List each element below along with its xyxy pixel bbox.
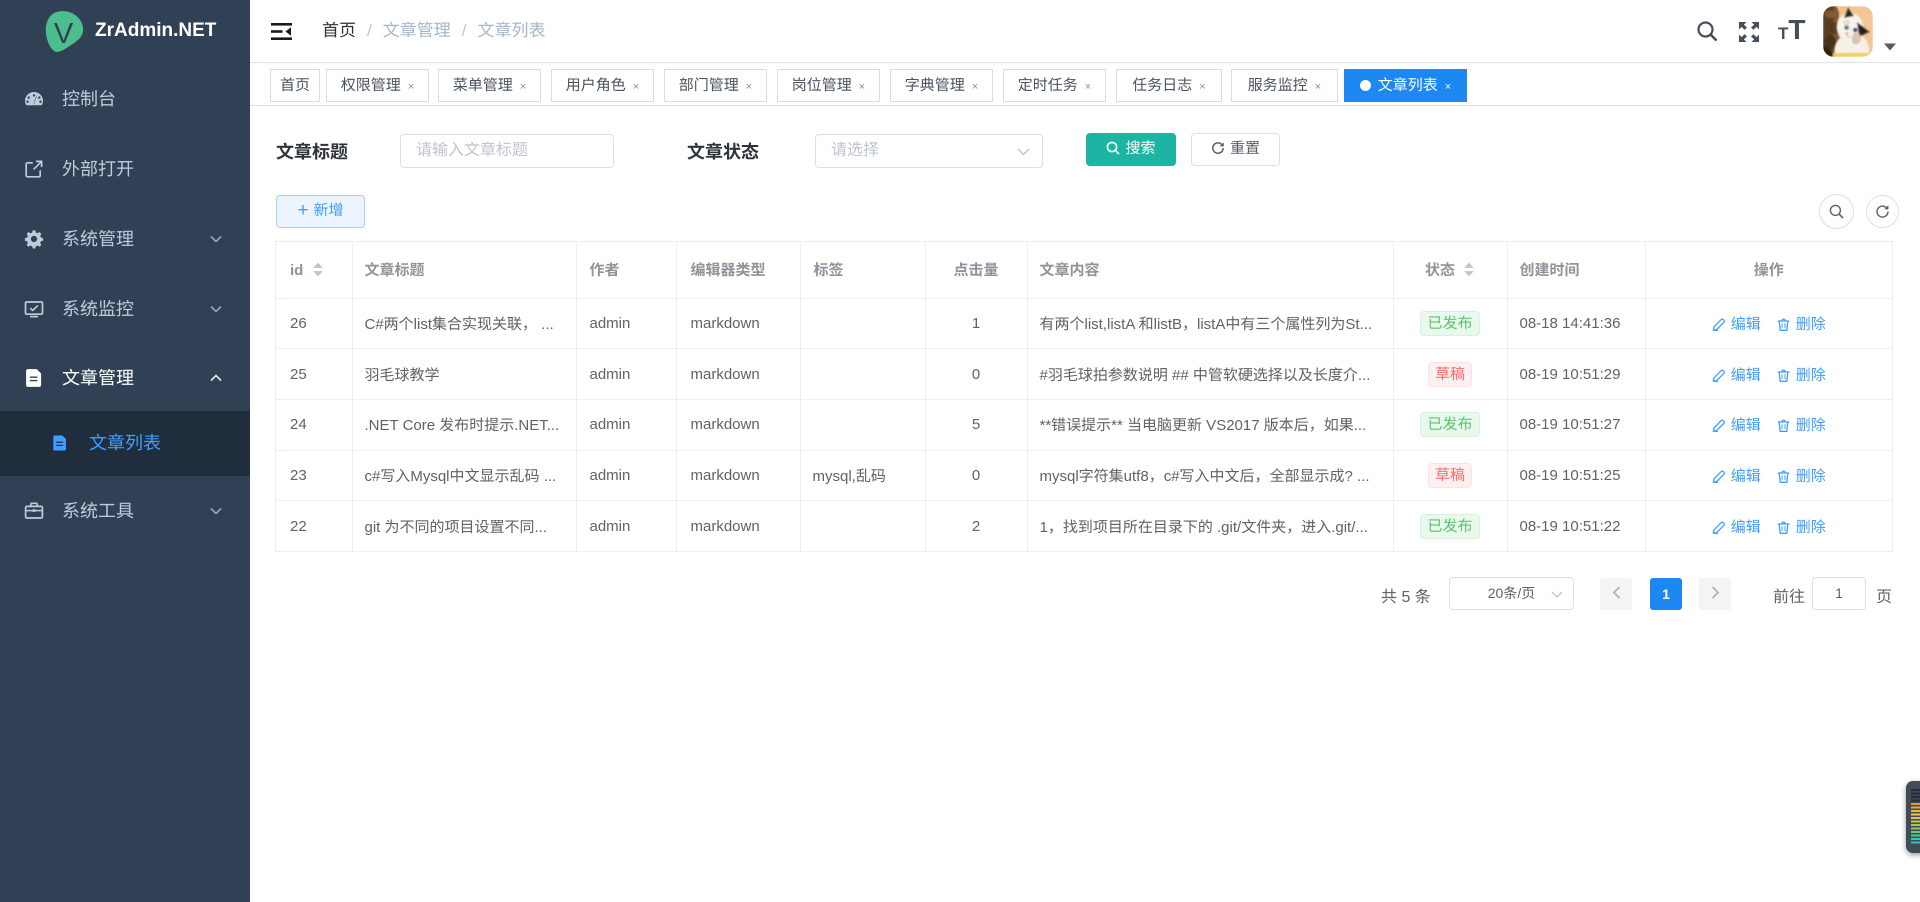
svg-text:V: V: [54, 18, 74, 50]
